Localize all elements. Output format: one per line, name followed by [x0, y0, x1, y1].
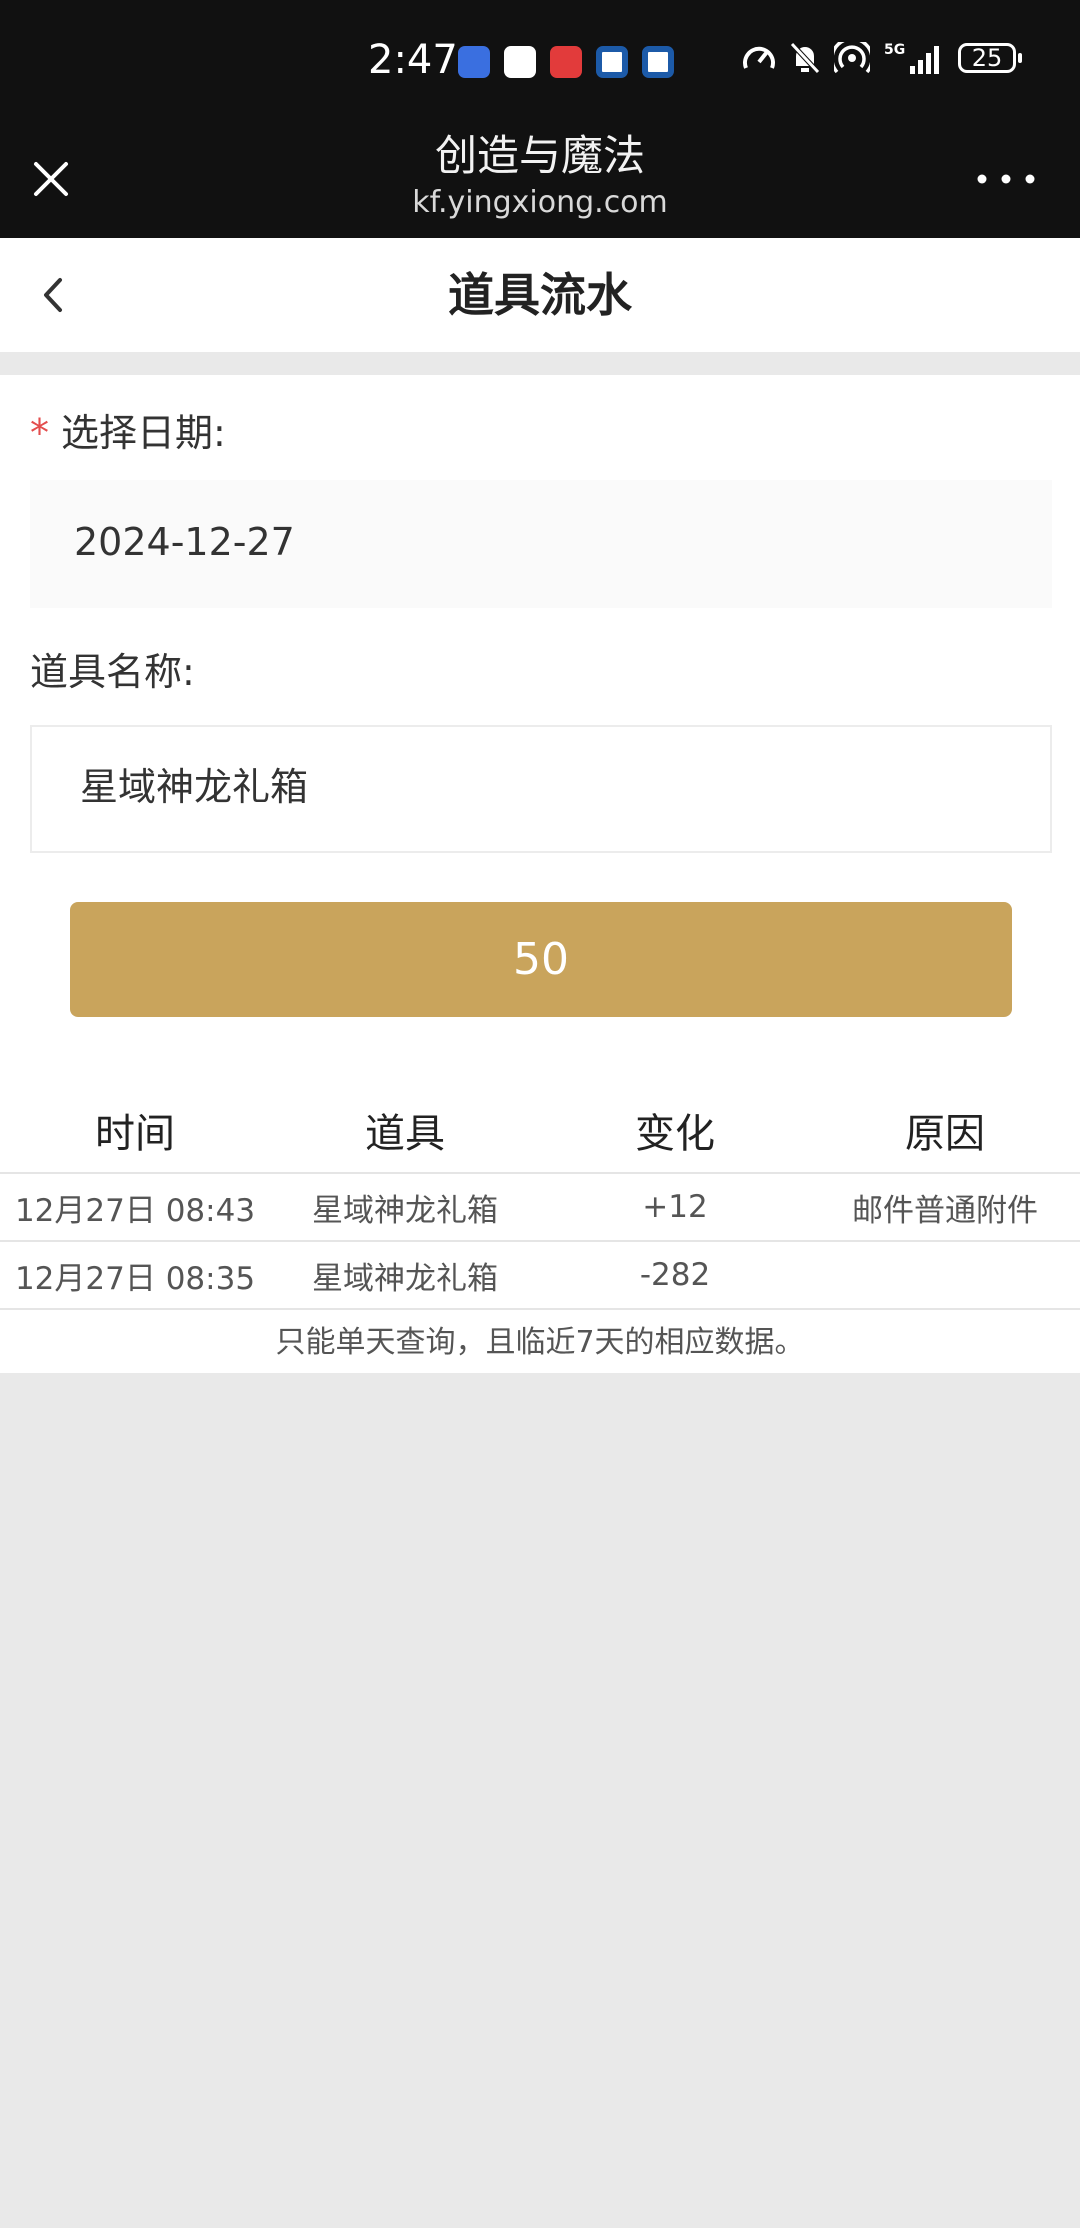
item-log-table: 时间 道具 变化 原因 12月27日 08:43 星域神龙礼箱 +12 邮件普通…: [0, 1088, 1080, 1376]
page-title: 道具流水: [448, 268, 632, 322]
query-form: * 选择日期: 2024-12-27 道具名称: 星域神龙礼箱 50 时间 道具 …: [0, 375, 1080, 1373]
row-change: -282: [639, 1257, 711, 1293]
row-change: +12: [642, 1189, 708, 1225]
status-right: 5G 25: [742, 40, 1022, 76]
notification-icons: [458, 46, 674, 78]
header-time: 时间: [95, 1111, 175, 1157]
hotspot-icon: [834, 42, 870, 74]
battery-icon: 25: [958, 43, 1022, 73]
webview-title: 创造与魔法: [434, 131, 645, 180]
table-row: 12月27日 08:43 星域神龙礼箱 +12 邮件普通附件: [0, 1174, 1080, 1242]
download-app-icon: [458, 46, 490, 78]
date-label-text: 选择日期:: [61, 411, 226, 455]
page-nav-bar: 道具流水: [0, 238, 1080, 352]
item-name-field[interactable]: 星域神龙礼箱: [30, 725, 1052, 853]
status-time: 2:47: [368, 37, 458, 83]
battery-level: 25: [971, 44, 1003, 72]
speed-icon: [743, 46, 775, 69]
query-limit-note: 只能单天查询，且临近7天的相应数据。: [275, 1325, 805, 1360]
webview-header: 创造与魔法 kf.yingxiong.com: [0, 120, 1080, 238]
row-time: 12月27日 08:43: [14, 1192, 256, 1229]
row-item: 星域神龙礼箱: [312, 1260, 498, 1297]
status-bar: 2:47 5G 25: [0, 0, 1080, 120]
qq-icon: [504, 46, 536, 78]
header-item: 道具: [365, 1111, 445, 1157]
bank-app-icon: [642, 46, 674, 78]
date-picker-field[interactable]: 2024-12-27: [30, 480, 1052, 608]
signal-5g-icon: 5G: [884, 42, 939, 74]
required-mark: *: [30, 411, 49, 455]
reader-app-icon: [550, 46, 582, 78]
bank-app-icon: [596, 46, 628, 78]
svg-text:5G: 5G: [884, 42, 905, 58]
date-value: 2024-12-27: [74, 520, 295, 564]
mute-bell-icon: [790, 42, 820, 74]
table-header-row: 时间 道具 变化 原因: [0, 1088, 1080, 1174]
row-time: 12月27日 08:35: [14, 1260, 256, 1297]
item-name-value: 星域神龙礼箱: [80, 765, 309, 809]
more-options-icon[interactable]: [968, 162, 1044, 196]
table-row: 12月27日 08:35 星域神龙礼箱 -282: [0, 1242, 1080, 1310]
row-item: 星域神龙礼箱: [312, 1192, 498, 1229]
webview-url: kf.yingxiong.com: [412, 185, 668, 220]
header-reason: 原因: [905, 1111, 985, 1157]
query-button[interactable]: 50: [70, 902, 1012, 1017]
date-field-label: * 选择日期:: [30, 408, 226, 458]
header-change: 变化: [635, 1111, 715, 1157]
row-reason: 邮件普通附件: [852, 1192, 1038, 1229]
item-name-label: 道具名称:: [30, 650, 195, 694]
